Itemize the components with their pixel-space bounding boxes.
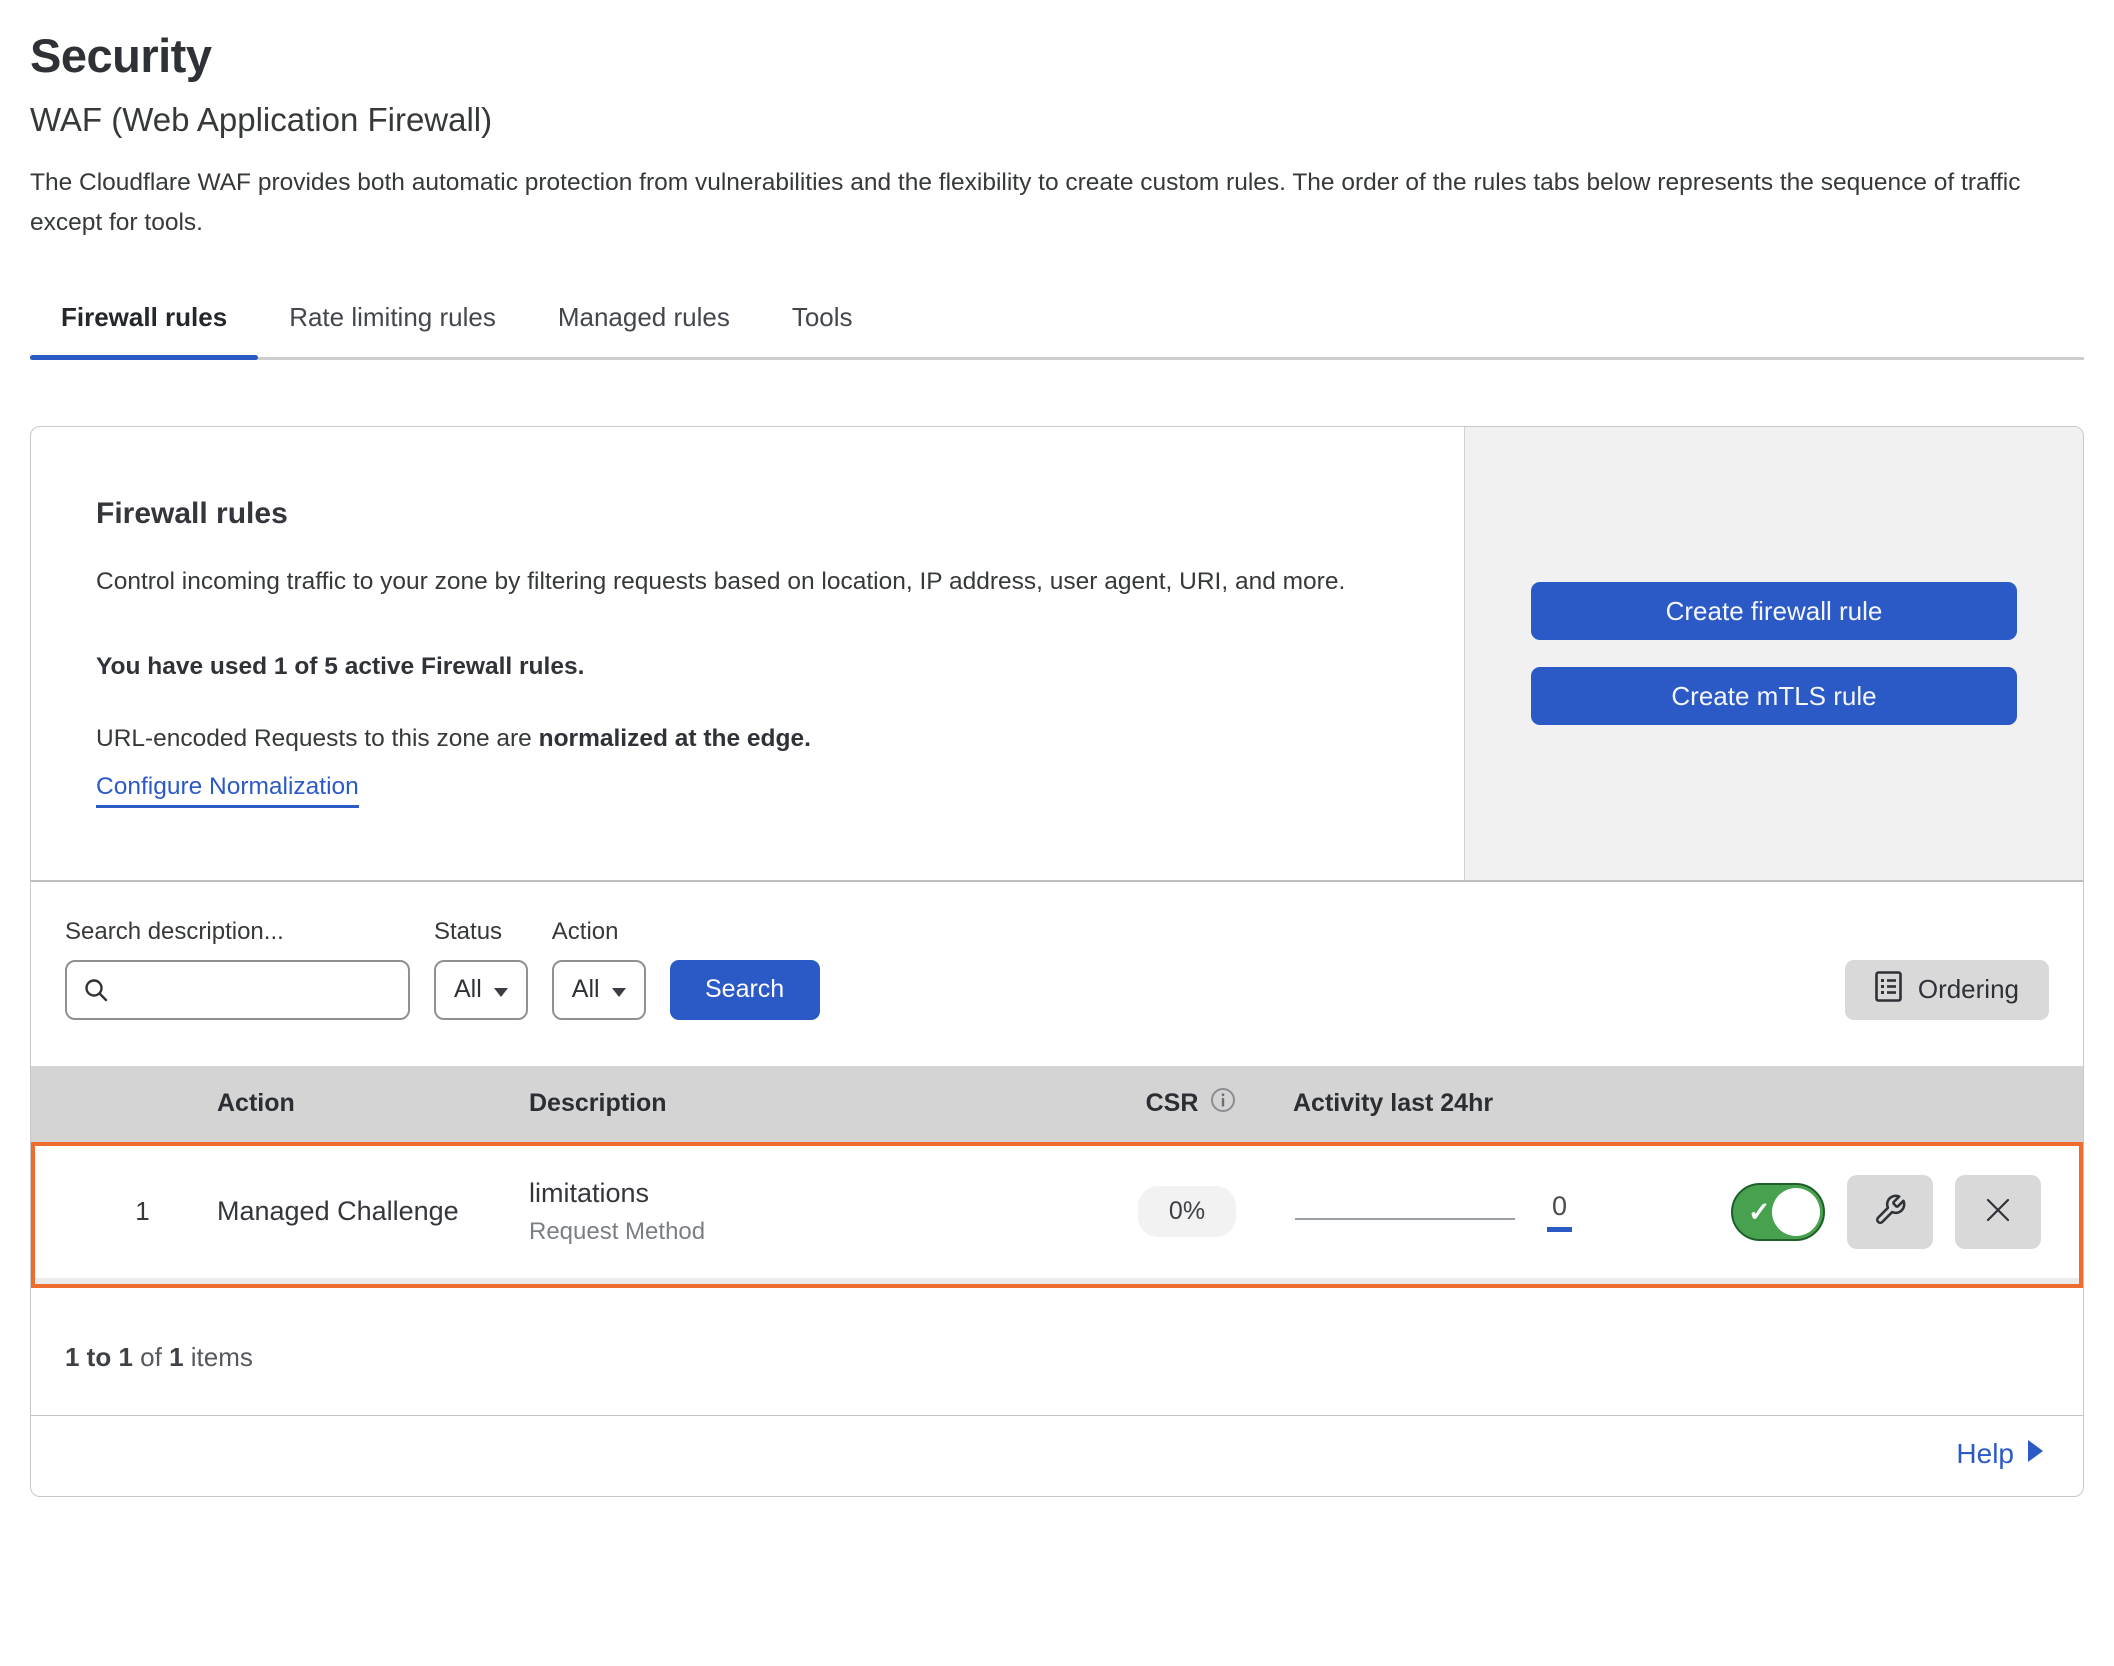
- action-selected-value: All: [572, 975, 600, 1004]
- activity-sparkline: [1295, 1218, 1515, 1220]
- firewall-rules-card: Firewall rules Control incoming traffic …: [31, 427, 2083, 881]
- card-title: Firewall rules: [96, 497, 1436, 531]
- chevron-down-icon: [494, 975, 508, 1004]
- filter-bar: Search description... Status All Action: [31, 882, 2083, 1066]
- ordering-button-label: Ordering: [1918, 974, 2019, 1005]
- items-of: of: [133, 1342, 169, 1372]
- rule-controls: ✓: [1717, 1175, 2079, 1249]
- search-label: Search description...: [65, 918, 410, 946]
- rule-expression-summary: Request Method: [529, 1218, 1087, 1246]
- action-label: Action: [552, 918, 646, 946]
- column-header-action: Action: [186, 1089, 516, 1118]
- activity-count-link[interactable]: 0: [1547, 1191, 1572, 1232]
- search-icon: [83, 977, 109, 1008]
- tab-tools[interactable]: Tools: [761, 288, 884, 357]
- column-header-csr: CSR: [1146, 1087, 1237, 1120]
- tab-firewall-rules[interactable]: Firewall rules: [30, 288, 258, 357]
- status-selected-value: All: [454, 975, 482, 1004]
- card-actions-panel: Create firewall rule Create mTLS rule: [1464, 427, 2083, 879]
- edit-rule-button[interactable]: [1847, 1175, 1933, 1249]
- search-input[interactable]: [65, 960, 410, 1020]
- chevron-down-icon: [612, 975, 626, 1004]
- search-box: [65, 960, 410, 1020]
- rule-description-cell: limitations Request Method: [520, 1178, 1087, 1246]
- search-group: Search description...: [65, 918, 410, 1020]
- toggle-knob: [1772, 1188, 1820, 1236]
- action-filter-group: Action All: [552, 918, 646, 1020]
- waf-tabs: Firewall rules Rate limiting rules Manag…: [30, 288, 2084, 360]
- firewall-rules-panel: Firewall rules Control incoming traffic …: [30, 426, 2084, 1496]
- search-button[interactable]: Search: [670, 960, 820, 1020]
- items-word: items: [184, 1342, 253, 1372]
- page-description: The Cloudflare WAF provides both automat…: [30, 163, 2084, 242]
- check-icon: ✓: [1748, 1197, 1771, 1228]
- page-subtitle: WAF (Web Application Firewall): [30, 101, 2084, 139]
- rule-row-grid: 1 Managed Challenge limitations Request …: [35, 1146, 2079, 1284]
- info-icon[interactable]: [1210, 1087, 1236, 1120]
- pagination-summary: 1 to 1 of 1 items: [31, 1288, 2083, 1416]
- ordering-button[interactable]: Ordering: [1845, 960, 2049, 1020]
- configure-normalization-link[interactable]: Configure Normalization: [96, 773, 359, 808]
- rule-row-highlighted: 1 Managed Challenge limitations Request …: [31, 1142, 2083, 1288]
- normalization-note-bold: normalized at the edge.: [539, 725, 811, 752]
- column-header-description: Description: [516, 1089, 1091, 1118]
- page-title: Security: [30, 28, 2084, 83]
- firewall-rules-card-text: Firewall rules Control incoming traffic …: [31, 427, 1464, 879]
- rule-description: limitations: [529, 1178, 1087, 1209]
- tab-rate-limiting-rules[interactable]: Rate limiting rules: [258, 288, 527, 357]
- close-icon: [1984, 1196, 2012, 1227]
- create-mtls-rule-button[interactable]: Create mTLS rule: [1531, 667, 2017, 725]
- rule-enabled-toggle[interactable]: ✓: [1731, 1183, 1825, 1241]
- rules-table-header: Action Description CSR Activity last 24h…: [31, 1066, 2083, 1142]
- normalization-note: URL-encoded Requests to this zone are no…: [96, 725, 1436, 753]
- tab-managed-rules[interactable]: Managed rules: [527, 288, 761, 357]
- delete-rule-button[interactable]: [1955, 1175, 2041, 1249]
- list-document-icon: [1875, 971, 1902, 1009]
- arrow-right-icon: [2028, 1438, 2043, 1470]
- status-filter-group: Status All: [434, 918, 528, 1020]
- items-total: 1: [169, 1342, 183, 1372]
- rule-activity-cell: 0: [1287, 1191, 1717, 1232]
- csr-badge: 0%: [1138, 1186, 1236, 1237]
- wrench-icon: [1873, 1193, 1907, 1230]
- help-row: Help: [31, 1416, 2083, 1496]
- card-description: Control incoming traffic to your zone by…: [96, 559, 1436, 604]
- help-link-label: Help: [1956, 1438, 2014, 1470]
- security-waf-page: Security WAF (Web Application Firewall) …: [30, 28, 2084, 1497]
- rule-action: Managed Challenge: [190, 1196, 520, 1227]
- column-header-activity: Activity last 24hr: [1291, 1089, 1721, 1118]
- items-range: 1 to 1: [65, 1342, 133, 1372]
- rule-csr-cell: 0%: [1138, 1186, 1236, 1237]
- help-link[interactable]: Help: [1956, 1438, 2043, 1470]
- csr-header-label: CSR: [1146, 1089, 1199, 1118]
- status-label: Status: [434, 918, 528, 946]
- normalization-note-prefix: URL-encoded Requests to this zone are: [96, 725, 539, 752]
- rule-priority: 1: [35, 1196, 190, 1227]
- usage-summary: You have used 1 of 5 active Firewall rul…: [96, 653, 1436, 681]
- create-firewall-rule-button[interactable]: Create firewall rule: [1531, 582, 2017, 640]
- status-select[interactable]: All: [434, 960, 528, 1020]
- action-select[interactable]: All: [552, 960, 646, 1020]
